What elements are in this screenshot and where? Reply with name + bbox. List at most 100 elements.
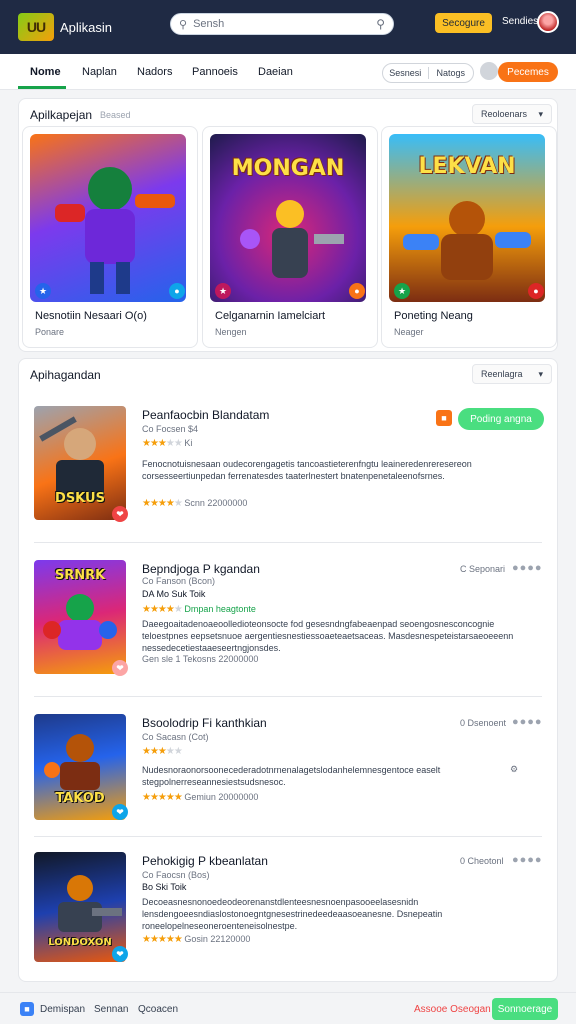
thumbnail-label: DSKUS: [55, 491, 105, 506]
tab-nome[interactable]: Nome: [30, 66, 61, 78]
featured-title: Apilkapejan: [30, 108, 93, 122]
game-thumbnail: TAKOD: [34, 714, 126, 820]
item-rating: ★★★★★ Dmpan heagtonte: [142, 604, 256, 615]
toggle-option-1[interactable]: Sesnesi: [383, 68, 428, 78]
active-tab-indicator: [18, 86, 66, 89]
thumbnail-label: SRNRK: [54, 568, 106, 583]
item-description: Daeegoaitadenoaeoolledioteonsocte fod ge…: [142, 619, 514, 653]
list-item[interactable]: LONDOXON ❤ Pehokigig P kbeanlatan Co Fao…: [18, 840, 558, 980]
item-description: Fenocnotuisnesaan oudecorengagetis tanco…: [142, 459, 472, 481]
list-sort-dropdown[interactable]: Reenlagra ▾: [472, 364, 552, 384]
info-icon[interactable]: ●: [169, 283, 185, 299]
featured-sub: Ponare: [35, 327, 65, 337]
featured-card[interactable]: MONGAN ★ ● Celganarnin Iamelciart Nengen: [202, 126, 378, 348]
featured-name: Poneting Neang: [394, 310, 473, 322]
app-icon[interactable]: ■: [20, 1002, 34, 1016]
item-meta: Co Faocsn (Bos): [142, 870, 210, 880]
game-art: LEKVAN: [389, 134, 545, 302]
rating-text: Ki: [184, 438, 193, 448]
thumbnail-label: LONDOXON: [48, 937, 112, 948]
rating-stars: ★★★★★: [142, 438, 183, 449]
featured-card[interactable]: ★ ● Nesnotiin Nesaari O(o) Ponare: [22, 126, 198, 348]
magnifier-icon[interactable]: ⚲: [376, 17, 385, 31]
settings-icon[interactable]: ⚙: [510, 764, 518, 775]
game-thumbnail: LONDOXON: [34, 852, 126, 962]
item-meta-secondary: DA Mo Suk Toik: [142, 589, 206, 599]
item-rating: ★★★★★: [142, 746, 183, 757]
featured-subtitle: Beased: [100, 110, 131, 120]
footer-bar: ■ Demispan Sennan Qcoacen Assooe Oseogan…: [0, 992, 576, 1024]
heart-icon[interactable]: ❤: [112, 506, 128, 522]
featured-card[interactable]: LEKVAN ★ ● Poneting Neang Neager: [381, 126, 557, 348]
item-rating: ★★★★★ Ki: [142, 438, 192, 449]
footer-right-link[interactable]: Assooe Oseogan: [414, 1004, 491, 1015]
heart-icon[interactable]: ❤: [112, 660, 128, 676]
rating-text: Dmpan heagtonte: [184, 604, 256, 614]
tab-daeian[interactable]: Daeian: [258, 66, 293, 78]
item-footer: Gen sle 1 Tekosns 22000000: [142, 654, 259, 664]
tab-nadors[interactable]: Nadors: [137, 66, 172, 78]
featured-sub: Neager: [394, 327, 424, 337]
footer-link[interactable]: Qcoacen: [138, 1004, 178, 1015]
more-options-icon[interactable]: ●●●●: [512, 854, 543, 866]
toggle-option-2[interactable]: Natogs: [429, 68, 474, 78]
item-description: Decoeasnesnonoedeodeorenanstdlenteesnesn…: [142, 897, 443, 931]
item-title: Bepndjoga P kgandan: [142, 562, 260, 576]
footer-text: Gosin 22120000: [184, 934, 251, 944]
dropdown-label: Reenlagra: [481, 369, 523, 379]
item-footer: ★★★★★ Gemiun 20000000: [142, 792, 258, 803]
header-primary-button[interactable]: Secogure: [435, 13, 492, 33]
search-input[interactable]: ⚲ Sensh ⚲: [170, 13, 394, 35]
game-thumbnail: SRNRK: [34, 560, 126, 674]
avatar[interactable]: [537, 11, 559, 33]
list-item[interactable]: TAKOD ❤ Bsoolodrip Fi kanthkian Co Sacas…: [18, 700, 558, 836]
item-footer: ★★★★★ Gosin 22120000: [142, 934, 250, 945]
featured-name: Celganarnin Iamelciart: [215, 310, 326, 322]
hero-figure-icon: [55, 167, 175, 294]
footer-link[interactable]: Demispan: [40, 1004, 85, 1015]
rating-stars: ★★★★★: [142, 746, 183, 757]
info-icon[interactable]: ●: [349, 283, 365, 299]
gift-icon[interactable]: ■: [436, 410, 452, 426]
chevron-down-icon: ▾: [538, 368, 543, 379]
item-meta: Co Sacasn (Cot): [142, 732, 209, 742]
tab-naplan[interactable]: Naplan: [82, 66, 117, 78]
app-logo[interactable]: UU: [18, 13, 54, 41]
tab-pannoeis[interactable]: Pannoeis: [192, 66, 238, 78]
tab-cta-button[interactable]: Pecemes: [498, 62, 558, 82]
game-thumbnail: DSKUS: [34, 406, 126, 520]
more-options-icon[interactable]: ●●●●: [512, 716, 543, 728]
game-art: [30, 134, 186, 302]
info-icon[interactable]: ●: [528, 283, 544, 299]
item-action-button[interactable]: Poding angna: [458, 408, 544, 430]
star-icon: ★: [215, 283, 231, 299]
star-icon: ★: [394, 283, 410, 299]
view-toggle[interactable]: Sesnesi Natogs: [382, 63, 474, 83]
heart-icon[interactable]: ❤: [112, 946, 128, 962]
featured-name: Nesnotiin Nesaari O(o): [35, 310, 147, 322]
heart-icon[interactable]: ❤: [112, 804, 128, 820]
footer-link[interactable]: Sennan: [94, 1004, 128, 1015]
thumbnail-label: TAKOD: [55, 791, 105, 806]
list-title: Apihagandan: [30, 368, 101, 382]
item-title: Pehokigig P kbeanlatan: [142, 854, 268, 868]
featured-sort-dropdown[interactable]: Reoloenars ▾: [472, 104, 552, 124]
footer-button[interactable]: Sonnoerage: [492, 998, 558, 1020]
more-options-icon[interactable]: ●●●●: [512, 562, 543, 574]
featured-sub: Nengen: [215, 327, 247, 337]
header-link[interactable]: Sendies: [502, 16, 538, 27]
circle-icon[interactable]: [480, 62, 498, 80]
item-right-label: 0 Dsenoent: [460, 718, 507, 728]
star-icon: ★: [35, 283, 51, 299]
item-title: Peanfaocbin Blandatam: [142, 408, 270, 422]
footer-stars: ★★★★★: [142, 934, 183, 945]
app-name: Aplikasin: [60, 19, 113, 35]
game-art: MONGAN: [210, 134, 366, 302]
footer-text: Scnn 22000000: [184, 498, 248, 508]
chevron-down-icon: ▾: [538, 108, 543, 119]
list-item[interactable]: DSKUS ❤ Peanfaocbin Blandatam Co Focsen …: [18, 392, 558, 542]
rating-stars: ★★★★★: [142, 604, 183, 615]
list-item[interactable]: SRNRK ❤ Bepndjoga P kgandan Co Fanson (B…: [18, 546, 558, 696]
item-right-label: C Seponari: [460, 564, 506, 574]
row-divider: [34, 836, 542, 837]
